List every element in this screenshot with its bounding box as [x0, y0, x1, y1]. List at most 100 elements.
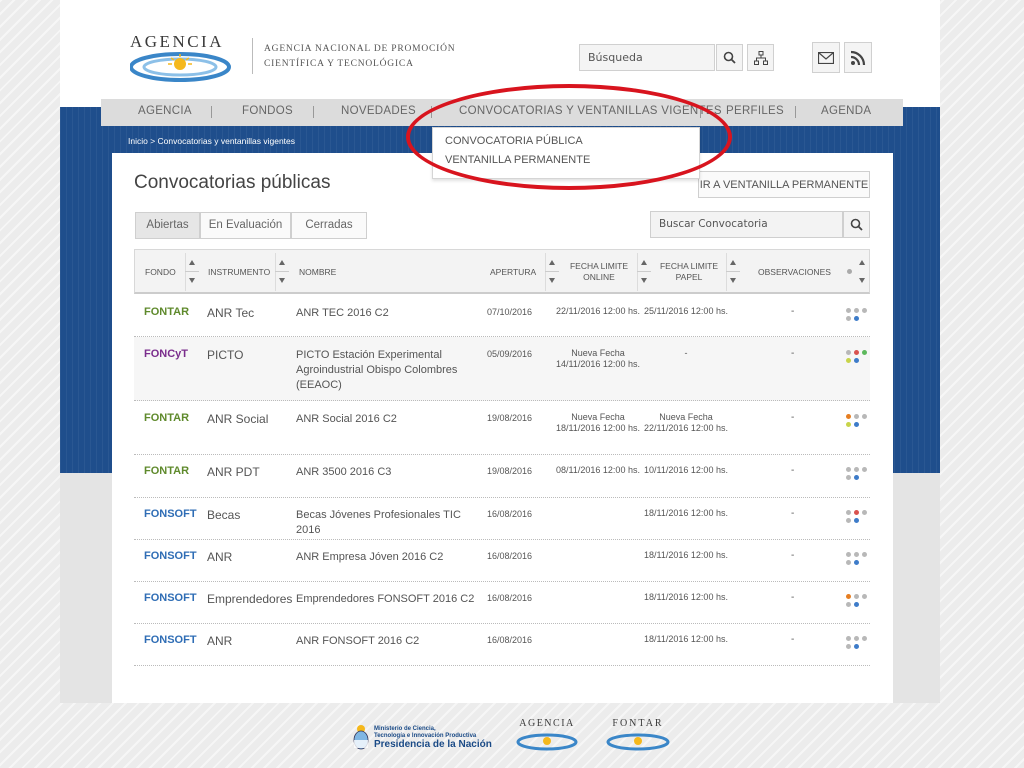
- sort-online-control[interactable]: [637, 253, 651, 291]
- agencia-logo[interactable]: AGENCIA: [130, 30, 234, 86]
- nav-novedades[interactable]: NOVEDADES: [341, 105, 416, 117]
- observaciones-cell: -: [791, 508, 795, 519]
- site-search-input[interactable]: Búsqueda: [579, 44, 715, 71]
- instrumento-cell: ANR Tec: [207, 306, 255, 320]
- sort-fondo-control[interactable]: [185, 253, 199, 291]
- tab-abiertas[interactable]: Abiertas: [135, 212, 200, 239]
- table-row[interactable]: FONSOFT ANR ANR FONSOFT 2016 C2 16/08/20…: [134, 624, 870, 666]
- fecha-online-cell: Nueva Fecha 14/11/2016 12:00 hs.: [556, 348, 640, 369]
- fondo-cell: FONSOFT: [144, 550, 197, 562]
- observaciones-cell: -: [791, 465, 795, 476]
- nav-agencia[interactable]: AGENCIA: [138, 105, 192, 117]
- mail-button[interactable]: [812, 42, 840, 73]
- observaciones-cell: -: [791, 634, 795, 645]
- nombre-cell[interactable]: Emprendedores FONSOFT 2016 C2: [296, 592, 486, 607]
- instrumento-cell: ANR: [207, 634, 233, 648]
- rss-icon: [850, 50, 866, 65]
- apertura-cell: 16/08/2016: [487, 509, 533, 519]
- table-row[interactable]: FONTAR ANR PDT ANR 3500 2016 C3 19/08/20…: [134, 455, 870, 498]
- fondo-cell: FONTAR: [144, 306, 190, 318]
- convocatoria-search-input[interactable]: Buscar Convocatoria: [650, 211, 843, 238]
- nombre-cell[interactable]: ANR FONSOFT 2016 C2: [296, 634, 476, 649]
- sort-up-icon: [859, 260, 865, 265]
- ministerio-logo: Ministerio de Ciencia, Tecnología e Inno…: [352, 724, 492, 754]
- apertura-cell: 19/08/2016: [487, 466, 533, 476]
- fecha-papel-cell: 25/11/2016 12:00 hs.: [644, 306, 728, 316]
- sort-up-icon: [730, 260, 736, 265]
- agency-name-line2: CIENTÍFICA Y TECNOLÓGICA: [264, 59, 414, 69]
- apertura-cell: 05/09/2016: [487, 349, 533, 359]
- agency-name-line1: AGENCIA NACIONAL DE PROMOCIÓN: [264, 44, 456, 54]
- nombre-cell[interactable]: ANR Social 2016 C2: [296, 412, 476, 427]
- observaciones-cell: -: [791, 306, 795, 317]
- fecha-papel-cell: 18/11/2016 12:00 hs.: [644, 550, 728, 560]
- sort-down-icon: [730, 278, 736, 283]
- observaciones-cell: -: [791, 592, 795, 603]
- breadcrumb[interactable]: Inicio > Convocatorias y ventanillas vig…: [128, 136, 295, 146]
- page-title: Convocatorias públicas: [134, 172, 331, 193]
- logo-text: AGENCIA: [130, 32, 224, 51]
- header-papel-line2: PAPEL: [675, 272, 703, 282]
- table-row[interactable]: FONCyT PICTO PICTO Estación Experimental…: [134, 337, 870, 401]
- header-fecha-limite-papel: FECHA LIMITE PAPEL: [653, 261, 725, 283]
- agencia-footer-logo: AGENCIA: [516, 718, 578, 752]
- coat-of-arms-icon: [353, 725, 369, 750]
- sort-instrumento-control[interactable]: [275, 253, 289, 291]
- ventanilla-permanente-button[interactable]: IR A VENTANILLA PERMANENTE: [698, 171, 870, 198]
- nombre-cell[interactable]: ANR 3500 2016 C3: [296, 465, 476, 480]
- fondo-cell: FONCyT: [144, 348, 188, 360]
- fecha-papel-cell: -: [684, 348, 688, 358]
- fontar-footer-logo: FONTAR: [604, 718, 672, 752]
- apertura-cell: 19/08/2016: [487, 413, 533, 423]
- sort-up-icon: [549, 260, 555, 265]
- table-row[interactable]: FONTAR ANR Tec ANR TEC 2016 C2 07/10/201…: [134, 295, 870, 337]
- header-apertura: APERTURA: [490, 267, 537, 277]
- table-header: FONDO INSTRUMENTO NOMBRE APERTURA FECHA …: [134, 249, 870, 294]
- nav-fondos[interactable]: FONDOS: [242, 105, 293, 117]
- nombre-cell[interactable]: Becas Jóvenes Profesionales TIC 2016: [296, 508, 486, 538]
- site-search-button[interactable]: [716, 44, 743, 71]
- header-observaciones: OBSERVACIONES: [758, 267, 831, 277]
- status-dots-icon: [846, 414, 872, 430]
- status-dots-icon: [846, 308, 872, 324]
- observaciones-cell: -: [791, 550, 795, 561]
- fecha-papel-cell: 10/11/2016 12:00 hs.: [644, 465, 728, 475]
- table-row[interactable]: FONSOFT Becas Becas Jóvenes Profesionale…: [134, 498, 870, 540]
- nav-divider: [211, 106, 212, 118]
- convocatoria-search-button[interactable]: [843, 211, 870, 238]
- tab-en-evaluacion[interactable]: En Evaluación: [200, 212, 291, 239]
- sitemap-button[interactable]: [747, 44, 774, 71]
- agencia-footer-text: AGENCIA: [519, 718, 575, 729]
- rss-button[interactable]: [844, 42, 872, 73]
- fecha-papel-cell: 18/11/2016 12:00 hs.: [644, 508, 728, 518]
- instrumento-cell: Becas: [207, 508, 241, 522]
- sun-logo-icon: [606, 733, 670, 751]
- sort-apertura-control[interactable]: [545, 253, 559, 291]
- status-dots-icon: [846, 552, 872, 568]
- nombre-cell[interactable]: PICTO Estación Experimental Agroindustri…: [296, 348, 476, 393]
- header-online-line2: ONLINE: [583, 272, 615, 282]
- status-dots-icon: [846, 636, 872, 652]
- nav-agenda[interactable]: AGENDA: [821, 105, 871, 117]
- table-row[interactable]: FONSOFT ANR ANR Empresa Jóven 2016 C2 16…: [134, 540, 870, 582]
- sort-papel-control[interactable]: [726, 253, 740, 291]
- fecha-papel-cell: 18/11/2016 12:00 hs.: [644, 634, 728, 644]
- header-fondo: FONDO: [145, 267, 176, 277]
- fecha-online-cell: Nueva Fecha 18/11/2016 12:00 hs.: [556, 412, 640, 433]
- fontar-footer-text: FONTAR: [612, 718, 664, 729]
- table-row[interactable]: FONTAR ANR Social ANR Social 2016 C2 19/…: [134, 401, 870, 455]
- fondo-cell: FONSOFT: [144, 592, 197, 604]
- tab-cerradas[interactable]: Cerradas: [291, 212, 367, 239]
- sort-up-icon: [189, 260, 195, 265]
- table-row[interactable]: FONSOFT Emprendedores Emprendedores FONS…: [134, 582, 870, 624]
- sort-status-control[interactable]: [855, 253, 869, 291]
- nav-divider: [313, 106, 314, 118]
- nombre-cell[interactable]: ANR TEC 2016 C2: [296, 306, 476, 321]
- nav-perfiles[interactable]: PERFILES: [726, 105, 784, 117]
- sort-up-icon: [641, 260, 647, 265]
- nombre-cell[interactable]: ANR Empresa Jóven 2016 C2: [296, 550, 476, 565]
- header-papel-line1: FECHA LIMITE: [659, 261, 719, 271]
- instrumento-cell: ANR PDT: [207, 465, 260, 479]
- fecha-online-cell: 22/11/2016 12:00 hs.: [556, 306, 640, 316]
- fondo-cell: FONTAR: [144, 412, 190, 424]
